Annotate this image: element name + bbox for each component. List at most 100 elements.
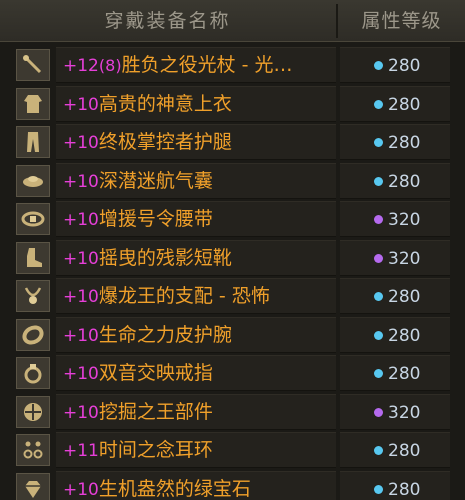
blue-dot-icon: [374, 292, 383, 301]
shoulder-icon[interactable]: [16, 164, 50, 197]
equipment-list: +12(8)胜负之役光杖 - 光… 280 +10高贵的神意上衣 280 +10终极掌控…: [0, 46, 465, 500]
enhancement-level: +12: [63, 56, 99, 76]
earring-icon[interactable]: [16, 434, 50, 466]
attribute-level-value: 320: [388, 248, 421, 269]
item-name: 摇曳的残影短靴: [98, 246, 232, 269]
item-level-cell: 280: [340, 355, 450, 391]
blue-dot-icon: [374, 446, 383, 455]
item-name-cell[interactable]: +10双音交映戒指: [56, 355, 336, 391]
enhancement-level: +10: [63, 479, 99, 500]
item-name-cell[interactable]: +10摇曳的残影短靴: [56, 239, 336, 276]
item-name-cell[interactable]: +12(8)胜负之役光杖 - 光…: [56, 47, 336, 83]
equipment-row[interactable]: +10双音交映戒指 280: [0, 354, 465, 392]
subequip-icon[interactable]: [16, 395, 50, 428]
enhancement-level: +10: [63, 210, 99, 230]
attribute-level-value: 280: [388, 441, 421, 461]
blue-dot-icon: [374, 61, 383, 70]
attribute-level-value: 280: [388, 56, 421, 76]
blue-dot-icon: [374, 138, 383, 147]
coat-icon[interactable]: [16, 87, 50, 120]
blue-dot-icon: [374, 484, 383, 494]
enhancement-level: +10: [63, 287, 99, 307]
attribute-level-value: 280: [388, 479, 421, 500]
belt-icon[interactable]: [16, 203, 50, 235]
item-level-cell: 320: [340, 393, 450, 430]
attribute-level-value: 280: [388, 171, 421, 192]
attribute-level-value: 320: [388, 402, 421, 423]
enhancement-level: +10: [63, 402, 99, 423]
bracelet-icon[interactable]: [16, 318, 50, 351]
item-level-cell: 280: [340, 316, 450, 353]
item-name-cell[interactable]: +11时间之念耳环: [56, 432, 336, 468]
item-level-cell: 280: [340, 162, 450, 199]
blue-dot-icon: [374, 369, 383, 378]
item-name: 生机盎然的绿宝石: [98, 477, 251, 500]
equipment-row[interactable]: +10深潜迷航气囊 280: [0, 162, 465, 200]
item-level-cell: 280: [340, 47, 450, 83]
enhancement-level: +10: [63, 94, 99, 115]
purple-dot-icon: [374, 407, 383, 417]
attribute-level-value: 280: [388, 364, 421, 384]
item-name: 胜负之役光杖 - 光…: [121, 54, 293, 76]
enhancement-level: +10: [63, 133, 99, 153]
boots-icon[interactable]: [16, 241, 50, 274]
item-name: 深潜迷航气囊: [98, 169, 213, 192]
purple-dot-icon: [374, 253, 383, 263]
equipment-name-column-header: 穿戴装备名称: [104, 10, 231, 32]
equipment-row[interactable]: +12(8)胜负之役光杖 - 光… 280: [0, 46, 465, 84]
item-level-cell: 280: [340, 470, 450, 500]
equipment-row[interactable]: +10挖掘之王部件 320: [0, 393, 465, 431]
item-name: 时间之念耳环: [98, 439, 213, 461]
equipment-row[interactable]: +10爆龙王的支配 - 恐怖 280: [0, 277, 465, 315]
blue-dot-icon: [374, 330, 383, 340]
item-name-cell[interactable]: +10高贵的神意上衣: [56, 85, 336, 122]
item-level-cell: 280: [340, 278, 450, 314]
equipment-row[interactable]: +10摇曳的残影短靴 320: [0, 239, 465, 277]
attribute-level-value: 280: [388, 325, 421, 346]
enhancement-level: +10: [63, 325, 99, 346]
attribute-level-column-header: 属性等级: [361, 10, 442, 32]
equipment-row[interactable]: +11时间之念耳环 280: [0, 431, 465, 469]
necklace-icon[interactable]: [16, 280, 50, 312]
amplify-level: (8): [98, 56, 122, 75]
equipment-row[interactable]: +10高贵的神意上衣 280: [0, 85, 465, 123]
ring-icon[interactable]: [16, 357, 50, 389]
item-level-cell: 280: [340, 85, 450, 122]
equipment-row[interactable]: +10生命之力皮护腕 280: [0, 316, 465, 354]
equipment-row[interactable]: +10增援号令腰带 320: [0, 200, 465, 238]
gem-icon[interactable]: [16, 472, 50, 500]
purple-dot-icon: [374, 215, 383, 224]
enhancement-level: +10: [63, 248, 99, 269]
item-name-cell[interactable]: +10挖掘之王部件: [56, 393, 336, 430]
item-name: 高贵的神意上衣: [98, 92, 232, 115]
blue-dot-icon: [374, 99, 383, 109]
item-name: 挖掘之王部件: [98, 400, 213, 423]
equipment-row[interactable]: +10生机盎然的绿宝石 280: [0, 470, 465, 500]
staff-icon[interactable]: [16, 49, 50, 81]
pants-icon[interactable]: [16, 126, 50, 158]
blue-dot-icon: [374, 176, 383, 186]
attribute-level-value: 280: [388, 133, 421, 153]
attribute-level-value: 280: [388, 94, 421, 115]
item-name-cell[interactable]: +10生机盎然的绿宝石: [56, 470, 336, 500]
item-name: 生命之力皮护腕: [98, 323, 232, 346]
equipment-panel: 穿戴装备名称 属性等级 +12(8)胜负之役光杖 - 光… 280 +10高贵的神意…: [0, 0, 465, 500]
attribute-level-value: 320: [388, 210, 421, 230]
item-name-cell[interactable]: +10生命之力皮护腕: [56, 316, 336, 353]
enhancement-level: +10: [63, 364, 99, 384]
item-name: 爆龙王的支配 - 恐怖: [98, 285, 270, 307]
item-level-cell: 320: [340, 239, 450, 276]
enhancement-level: +11: [63, 441, 99, 461]
item-level-cell: 280: [340, 432, 450, 468]
enhancement-level: +10: [63, 171, 99, 192]
item-level-cell: 320: [340, 201, 450, 237]
item-name-cell[interactable]: +10终极掌控者护腿: [56, 124, 336, 160]
table-header: 穿戴装备名称 属性等级: [0, 0, 465, 42]
equipment-row[interactable]: +10终极掌控者护腿 280: [0, 123, 465, 161]
item-name: 增援号令腰带: [98, 208, 213, 230]
item-name-cell[interactable]: +10爆龙王的支配 - 恐怖: [56, 278, 336, 314]
item-name-cell[interactable]: +10增援号令腰带: [56, 201, 336, 237]
item-name: 终极掌控者护腿: [98, 131, 232, 153]
item-name: 双音交映戒指: [98, 362, 213, 384]
item-name-cell[interactable]: +10深潜迷航气囊: [56, 162, 336, 199]
